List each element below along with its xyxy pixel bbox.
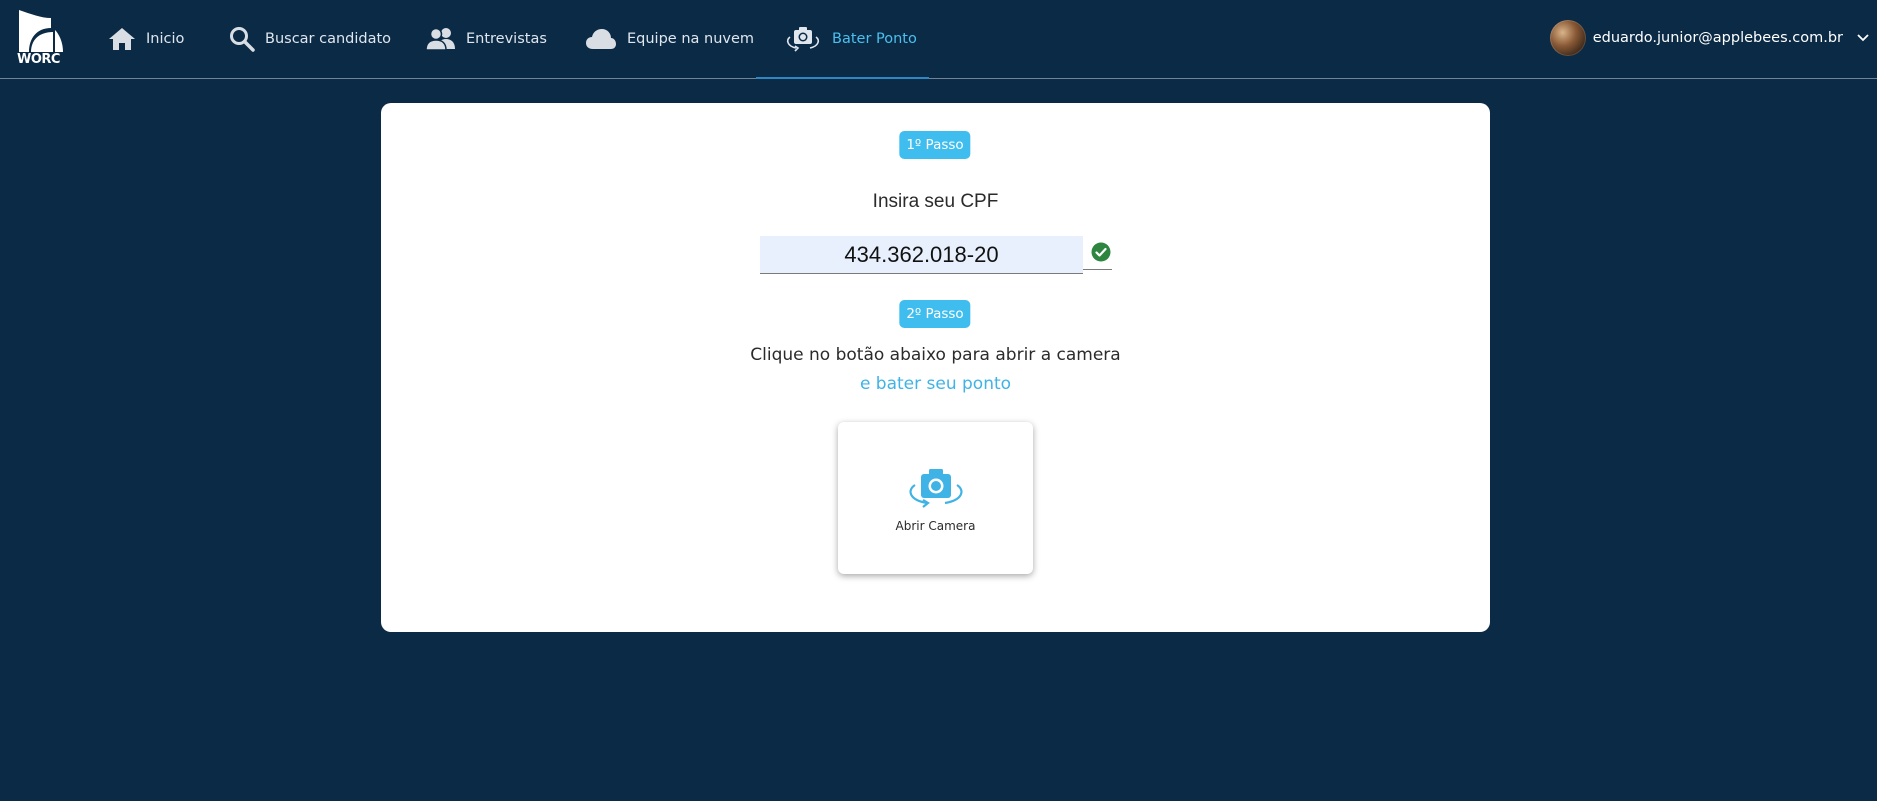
nav-item-inicio[interactable]: Inicio [108, 0, 184, 78]
search-icon [229, 26, 255, 52]
nav-label: Buscar candidato [265, 31, 392, 47]
user-email: eduardo.junior@applebees.com.br [1592, 30, 1843, 46]
instruction-highlight-text: e bater seu ponto [859, 374, 1012, 394]
nav-label: Equipe na nuvem [627, 31, 755, 47]
top-navigation-bar: WORC Inicio Buscar candidato Entrevistas… [0, 0, 1877, 79]
cloud-icon [585, 28, 617, 50]
nav-item-bater-ponto[interactable]: Bater Ponto [784, 0, 917, 78]
cpf-field-wrapper [760, 236, 1112, 276]
step-1-badge: 1º Passo [899, 131, 971, 159]
worc-logo[interactable]: WORC [17, 8, 65, 68]
nav-label: Inicio [146, 31, 185, 47]
active-tab-indicator [756, 77, 929, 79]
step-2-badge: 2º Passo [899, 300, 971, 328]
open-camera-button[interactable]: Abrir Camera [838, 422, 1033, 574]
nav-label: Bater Ponto [832, 31, 917, 47]
nav-item-buscar-candidato[interactable]: Buscar candidato [229, 0, 391, 78]
logo-mark-icon [19, 10, 63, 52]
nav-label: Entrevistas [466, 31, 547, 47]
camera-rotate-icon [784, 25, 822, 53]
home-icon [108, 27, 136, 51]
cpf-label: Insira seu CPF [872, 191, 999, 212]
open-camera-label: Abrir Camera [895, 519, 976, 533]
nav-item-equipe-na-nuvem[interactable]: Equipe na nuvem [585, 0, 754, 78]
avatar [1549, 20, 1586, 56]
logo-text: WORC [17, 52, 60, 67]
instruction-text: Clique no botão abaixo para abrir a came… [750, 345, 1121, 365]
nav-item-entrevistas[interactable]: Entrevistas [426, 0, 547, 78]
cpf-input[interactable] [760, 236, 1083, 274]
user-menu[interactable]: eduardo.junior@applebees.com.br [1549, 19, 1869, 57]
chevron-down-icon [1857, 34, 1869, 42]
camera-rotate-icon [905, 466, 967, 515]
people-icon [426, 27, 456, 51]
cpf-underline [1083, 269, 1112, 270]
time-clock-card: 1º Passo Insira seu CPF 2º Passo Clique … [381, 103, 1490, 632]
check-circle-icon [1091, 242, 1111, 262]
